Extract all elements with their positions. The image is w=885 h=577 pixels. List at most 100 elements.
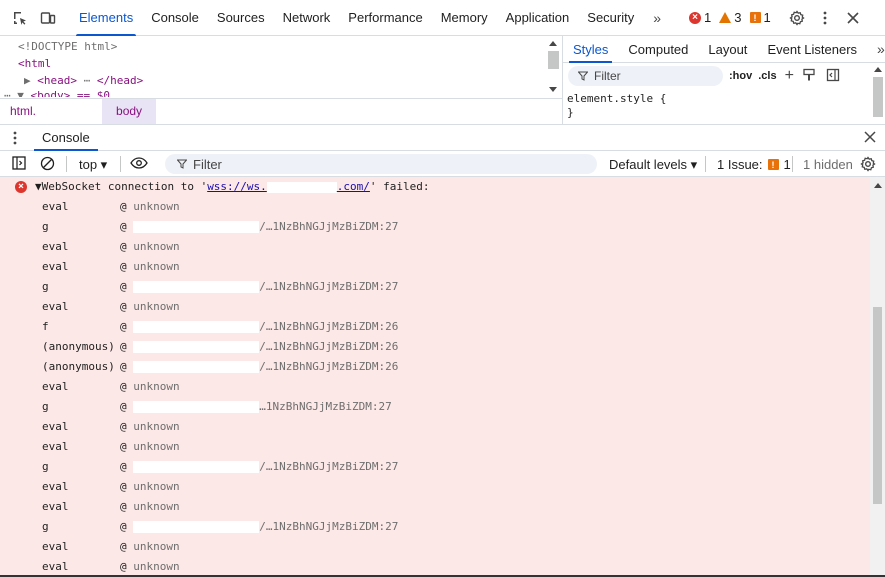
tab-sources[interactable]: Sources [208, 0, 274, 36]
stack-frame-source[interactable]: unknown [133, 300, 179, 313]
stack-frame-location[interactable]: @ /…1NzBhNGJjMzBiZDM:27 [120, 457, 398, 477]
stack-frame-location[interactable]: @ /…1NzBhNGJjMzBiZDM:27 [120, 217, 398, 237]
console-scrollbar[interactable] [870, 177, 885, 577]
ellipsis-icon[interactable]: ⋯ [84, 74, 91, 87]
stack-frame-source[interactable]: unknown [133, 380, 179, 393]
sidebar-toggle-icon[interactable] [12, 156, 26, 173]
tab-computed[interactable]: Computed [618, 36, 698, 63]
more-options-icon[interactable] [813, 6, 837, 30]
stack-frame-location[interactable]: @ unknown [120, 197, 180, 217]
device-toolbar-icon[interactable] [36, 6, 60, 30]
scroll-up-icon[interactable] [549, 41, 557, 46]
warning-count-badge[interactable]: 3 [719, 10, 742, 25]
html-tag-text: <html [18, 57, 52, 70]
element-style-rule-open[interactable]: element.style { [563, 92, 885, 106]
stack-frame-location[interactable]: @ /…1NzBhNGJjMzBiZDM:26 [120, 357, 398, 377]
stack-frame-source[interactable]: /…1NzBhNGJjMzBiZDM:26 [259, 360, 398, 373]
stack-frame-source[interactable]: /…1NzBhNGJjMzBiZDM:26 [259, 320, 398, 333]
stack-frame-source[interactable]: unknown [133, 540, 179, 553]
dom-scrollbar[interactable] [545, 36, 562, 98]
stack-frame-source[interactable]: /…1NzBhNGJjMzBiZDM:27 [259, 280, 398, 293]
stack-frame-source[interactable]: /…1NzBhNGJjMzBiZDM:27 [259, 520, 398, 533]
scroll-down-icon[interactable] [549, 87, 557, 92]
console-settings-gear-icon[interactable] [860, 156, 876, 175]
stack-frame-source[interactable]: unknown [133, 240, 179, 253]
log-levels-dropdown[interactable]: Default levels ▾ [609, 157, 697, 173]
error-url-link[interactable]: wss://ws. .com/ [207, 177, 370, 197]
dom-body[interactable]: ⋯ ▼ <body> == $0 [0, 89, 562, 97]
tab-console[interactable]: Console [142, 0, 208, 36]
styles-filter-input[interactable]: Filter [568, 66, 723, 86]
error-count-badge[interactable]: × 1 [689, 10, 711, 25]
stack-frame-source[interactable]: unknown [133, 560, 179, 573]
stack-frame-source[interactable]: unknown [133, 260, 179, 273]
styles-scrollbar[interactable] [871, 63, 885, 124]
scroll-thumb[interactable] [873, 307, 882, 504]
stack-frame-source[interactable]: unknown [133, 200, 179, 213]
issues-button[interactable]: 1 Issue: ! 1 [717, 157, 791, 172]
cls-toggle[interactable]: .cls [758, 70, 776, 82]
tab-performance[interactable]: Performance [339, 0, 431, 36]
stack-frame-location[interactable]: @ /…1NzBhNGJjMzBiZDM:27 [120, 277, 398, 297]
dom-head[interactable]: ▶ <head> ⋯ </head> [0, 72, 562, 89]
paint-format-icon[interactable] [802, 68, 816, 85]
stack-frame-source[interactable]: /…1NzBhNGJjMzBiZDM:26 [259, 340, 398, 353]
close-devtools-icon[interactable] [841, 6, 865, 30]
more-tabs-icon[interactable]: » [867, 36, 885, 63]
more-tabs-icon[interactable]: » [643, 10, 671, 26]
stack-frame-location[interactable]: @ /…1NzBhNGJjMzBiZDM:26 [120, 337, 398, 357]
issues-count-badge[interactable]: ! 1 [749, 10, 771, 25]
stack-frame-source[interactable]: unknown [133, 500, 179, 513]
drawer-tab-console[interactable]: Console [32, 125, 100, 151]
tab-application[interactable]: Application [497, 0, 579, 36]
stack-frame-location[interactable]: @ unknown [120, 497, 180, 517]
inspect-element-icon[interactable] [8, 6, 32, 30]
console-error-message[interactable]: × ▼WebSocket connection to ' wss://ws. .co… [0, 177, 870, 197]
stack-frame-source[interactable]: /…1NzBhNGJjMzBiZDM:27 [259, 220, 398, 233]
stack-frame-location[interactable]: @ unknown [120, 437, 180, 457]
tab-layout[interactable]: Layout [698, 36, 757, 63]
stack-frame-location[interactable]: @ unknown [120, 417, 180, 437]
crumb-body[interactable]: body [102, 99, 157, 124]
clear-console-icon[interactable] [40, 156, 55, 174]
stack-frame-source[interactable]: unknown [133, 480, 179, 493]
tab-memory[interactable]: Memory [432, 0, 497, 36]
console-filter-input[interactable]: Filter [165, 154, 597, 174]
stack-frame-location[interactable]: @ unknown [120, 477, 180, 497]
tab-styles[interactable]: Styles [563, 36, 618, 63]
scroll-up-icon[interactable] [874, 183, 882, 188]
stack-frame-source[interactable]: /…1NzBhNGJjMzBiZDM:27 [259, 460, 398, 473]
drawer-menu-icon[interactable] [12, 130, 18, 149]
stack-frame-location[interactable]: @ …1NzBhNGJjMzBiZDM:27 [120, 397, 392, 417]
settings-gear-icon[interactable] [785, 6, 809, 30]
dom-doctype[interactable]: <!DOCTYPE html> [0, 38, 562, 55]
stack-frame-source[interactable]: unknown [133, 440, 179, 453]
stack-frame-location[interactable]: @ /…1NzBhNGJjMzBiZDM:26 [120, 317, 398, 337]
stack-frame-source[interactable]: …1NzBhNGJjMzBiZDM:27 [259, 400, 391, 413]
close-drawer-icon[interactable] [864, 131, 876, 146]
stack-frame-location[interactable]: @ unknown [120, 377, 180, 397]
stack-frame-location[interactable]: @ unknown [120, 297, 180, 317]
stack-frame-location[interactable]: @ unknown [120, 557, 180, 577]
scroll-up-icon[interactable] [874, 67, 882, 72]
tab-network[interactable]: Network [274, 0, 340, 36]
stack-frame-location[interactable]: @ unknown [120, 237, 180, 257]
stack-frame-location[interactable]: @ unknown [120, 257, 180, 277]
dom-html[interactable]: <html [0, 55, 562, 72]
toggle-sidebar-icon[interactable] [826, 68, 840, 85]
stack-frame-location[interactable]: @ /…1NzBhNGJjMzBiZDM:27 [120, 517, 398, 537]
hov-toggle[interactable]: :hov [729, 70, 752, 82]
scroll-thumb[interactable] [548, 51, 559, 69]
stack-frame-location[interactable]: @ unknown [120, 537, 180, 557]
collapse-triangle-icon[interactable]: ▼ [17, 89, 24, 97]
crumb-html[interactable]: html. [0, 99, 46, 124]
tab-elements[interactable]: Elements [70, 0, 142, 36]
tab-security[interactable]: Security [578, 0, 643, 36]
new-style-rule-icon[interactable]: + [785, 67, 794, 85]
expand-triangle-icon[interactable]: ▶ [24, 74, 31, 87]
tab-event-listeners[interactable]: Event Listeners [757, 36, 867, 63]
context-selector[interactable]: top ▾ [79, 157, 107, 173]
scroll-thumb[interactable] [873, 77, 883, 117]
stack-frame-source[interactable]: unknown [133, 420, 179, 433]
live-expression-eye-icon[interactable] [130, 157, 148, 172]
